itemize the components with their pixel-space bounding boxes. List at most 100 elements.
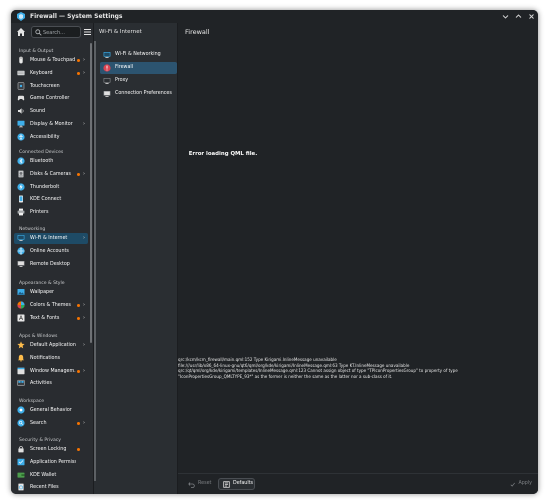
sidebar-item-recent-files[interactable]: Recent Files xyxy=(14,482,88,493)
sidebar-item-label: Application Permissi... xyxy=(30,459,76,465)
sidebar-item-online-accounts[interactable]: Online Accounts xyxy=(14,246,88,257)
sidebar-item-disks-cameras[interactable]: Disks & Cameras › xyxy=(14,169,88,180)
title-bar[interactable]: Firewall — System Settings xyxy=(11,10,538,23)
window-title: Firewall — System Settings xyxy=(30,13,123,20)
subcategory-item-label: Firewall xyxy=(115,65,134,70)
proxy-icon xyxy=(103,78,111,84)
sidebar-item-game-controller[interactable]: Game Controller xyxy=(14,93,88,104)
chevron-right-icon: › xyxy=(83,69,85,76)
sidebar-item-wi-fi-internet[interactable]: Wi-Fi & Internet › xyxy=(14,233,88,244)
reset-button[interactable]: Reset xyxy=(184,478,214,490)
gamepad-icon xyxy=(17,96,25,101)
chevron-right-icon: › xyxy=(83,57,85,63)
sidebar-item-window-managem[interactable]: Window Managem... › xyxy=(14,366,88,377)
apply-button[interactable]: Apply xyxy=(506,478,532,490)
sidebar-item-printers[interactable]: Printers xyxy=(14,207,88,218)
sidebar-item-display-monitor[interactable]: Display & Monitor › xyxy=(14,119,88,130)
search-icon xyxy=(35,29,42,36)
changed-indicator-dot xyxy=(77,172,80,176)
sidebar-item-kde-connect[interactable]: KDE Connect xyxy=(14,194,88,205)
sidebar-item-search[interactable]: Search › xyxy=(14,418,88,429)
sidebar-section-title: Input & Output xyxy=(19,49,54,54)
sidebar-item-touchscreen[interactable]: Touchscreen xyxy=(14,81,88,92)
defaults-button[interactable]: Defaults xyxy=(218,478,255,490)
remote-desktop-icon xyxy=(17,260,25,267)
subcategory-item-wi-fi-networking[interactable]: Wi-Fi & Networking xyxy=(100,49,177,61)
sidebar-section-title: Workspace xyxy=(19,399,45,404)
firewall-icon xyxy=(103,64,111,72)
bell-icon xyxy=(18,354,24,362)
sidebar-section-title: Security & Privacy xyxy=(19,438,61,443)
accessibility-icon xyxy=(17,133,25,141)
sidebar-item-label: Activities xyxy=(30,381,52,387)
sidebar-item-wallpaper[interactable]: Wallpaper xyxy=(14,287,88,298)
sidebar-item-label: Keyboard xyxy=(30,70,53,76)
subcategory-item-proxy[interactable]: Proxy xyxy=(100,75,177,87)
error-log: qrc:/kcm/kcm_firewall/main.qml:152 Type … xyxy=(178,357,478,379)
sidebar-item-text-fonts[interactable]: Text & Fonts › xyxy=(14,313,88,324)
window-icon xyxy=(17,367,25,374)
sidebar-item-keyboard[interactable]: Keyboard › xyxy=(14,68,88,79)
sidebar-scrollbar[interactable] xyxy=(90,43,92,343)
chevron-right-icon: › xyxy=(83,342,85,348)
close-button[interactable] xyxy=(527,12,536,21)
recent-files-icon xyxy=(18,483,24,491)
sidebar-item-accessibility[interactable]: Accessibility xyxy=(14,132,88,143)
sidebar-item-bluetooth[interactable]: Bluetooth xyxy=(14,156,88,167)
activities-icon xyxy=(17,380,25,387)
changed-indicator-dot xyxy=(77,303,80,307)
changed-indicator-dot xyxy=(77,316,80,320)
sidebar-item-sound[interactable]: Sound xyxy=(14,106,88,117)
search-field[interactable] xyxy=(31,26,81,38)
chevron-right-icon: › xyxy=(83,419,85,426)
sidebar-item-thunderbolt[interactable]: Thunderbolt xyxy=(14,182,88,193)
default-apps-icon xyxy=(17,341,25,349)
changed-indicator-dot xyxy=(77,59,80,62)
undo-icon xyxy=(188,481,195,488)
sidebar-item-notifications[interactable]: Notifications xyxy=(14,353,88,364)
sidebar-item-label: Colors & Themes xyxy=(30,302,71,308)
subcategory-item-connection-preferences[interactable]: Connection Preferences xyxy=(100,88,177,100)
sidebar-item-label: Accessibility xyxy=(30,134,60,140)
minimize-button[interactable] xyxy=(501,12,510,21)
sidebar-item-label: Wallpaper xyxy=(30,290,54,295)
sidebar-item-screen-locking[interactable]: Screen Locking xyxy=(14,444,88,455)
network-icon xyxy=(103,52,111,58)
home-icon[interactable] xyxy=(16,27,26,37)
sidebar-section-title: Connected Devices xyxy=(19,150,64,155)
sidebar-item-remote-desktop[interactable]: Remote Desktop xyxy=(14,259,88,270)
online-accounts-icon xyxy=(17,247,25,255)
sidebar-item-label: Disks & Cameras xyxy=(30,171,71,177)
sidebar-item-label: Mouse & Touchpad xyxy=(30,58,76,63)
error-log-line: "IconPropertiesGroup_QMLTYPE_93*" as the… xyxy=(178,373,393,379)
page-title: Firewall xyxy=(185,28,210,36)
sidebar-item-kde-wallet[interactable]: KDE Wallet xyxy=(14,470,88,481)
thunderbolt-icon xyxy=(17,182,25,191)
sidebar-item-label: Thunderbolt xyxy=(30,184,60,190)
sidebar-item-label: Online Accounts xyxy=(30,248,69,254)
connection-preferences-icon xyxy=(103,91,111,97)
hamburger-menu-icon[interactable] xyxy=(84,28,91,36)
subcategory-title: Wi-Fi & Internet xyxy=(99,29,142,35)
sidebar-item-default-applications[interactable]: Default Applications › xyxy=(14,340,88,351)
search-icon xyxy=(17,419,25,427)
search-input[interactable] xyxy=(43,28,79,37)
chevron-right-icon: › xyxy=(83,301,85,308)
sidebar-item-activities[interactable]: Activities xyxy=(14,378,88,389)
chevron-right-icon: › xyxy=(83,170,85,177)
disks-icon xyxy=(18,170,24,178)
subpanel-scrollbar[interactable] xyxy=(94,41,96,481)
sidebar-item-label: Search xyxy=(30,420,47,426)
sidebar-item-general-behavior[interactable]: General Behavior xyxy=(14,405,88,416)
maximize-button[interactable] xyxy=(514,12,523,21)
sidebar-item-colors-themes[interactable]: Colors & Themes › xyxy=(14,300,88,311)
sidebar-item-label: Game Controller xyxy=(30,96,70,102)
system-settings-app-icon xyxy=(17,12,25,21)
changed-indicator-dot xyxy=(77,421,80,425)
subcategory-item-firewall[interactable]: Firewall xyxy=(100,62,177,74)
sidebar-item-label: KDE Connect xyxy=(30,197,62,203)
sidebar-item-application-permissi[interactable]: Application Permissi... xyxy=(14,457,88,468)
apply-label: Apply xyxy=(518,481,532,486)
sidebar-item-mouse-touchpad[interactable]: Mouse & Touchpad › xyxy=(14,55,88,66)
chevron-down-icon xyxy=(502,15,509,19)
